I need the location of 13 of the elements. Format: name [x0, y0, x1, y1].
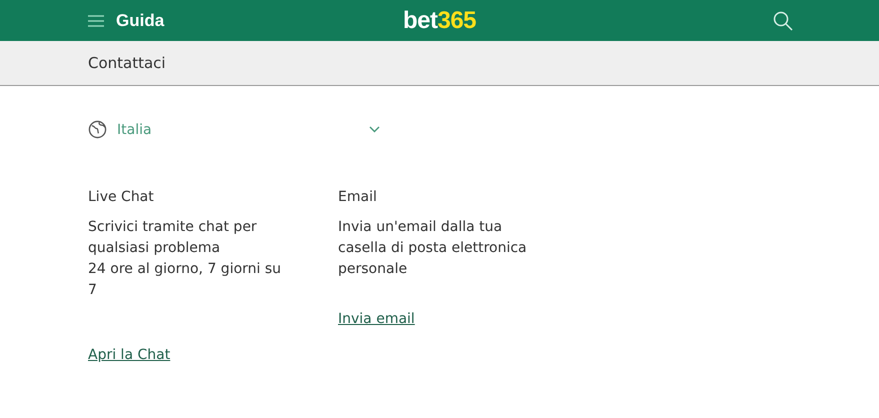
search-button[interactable] — [773, 10, 793, 30]
menu-icon[interactable] — [88, 14, 104, 26]
globe-icon — [88, 120, 107, 139]
contact-link[interactable]: Invia email — [338, 311, 415, 327]
contact-description: Invia un'email dalla tua casella di posta elettronica personale — [338, 218, 527, 279]
logo[interactable]: bet365 — [402, 6, 476, 34]
chevron-down-icon — [369, 126, 380, 133]
contact-title: Live Chat — [88, 189, 154, 205]
contact-link[interactable]: Apri la Chat — [88, 347, 170, 363]
page-title: Guida — [116, 10, 164, 30]
section-title: Contattaci — [88, 54, 166, 72]
contact-title: Email — [338, 189, 377, 205]
contact-description: Scrivici tramite chat per qualsiasi problema 24 ore al giorno, 7 giorni su 7 — [88, 218, 282, 300]
